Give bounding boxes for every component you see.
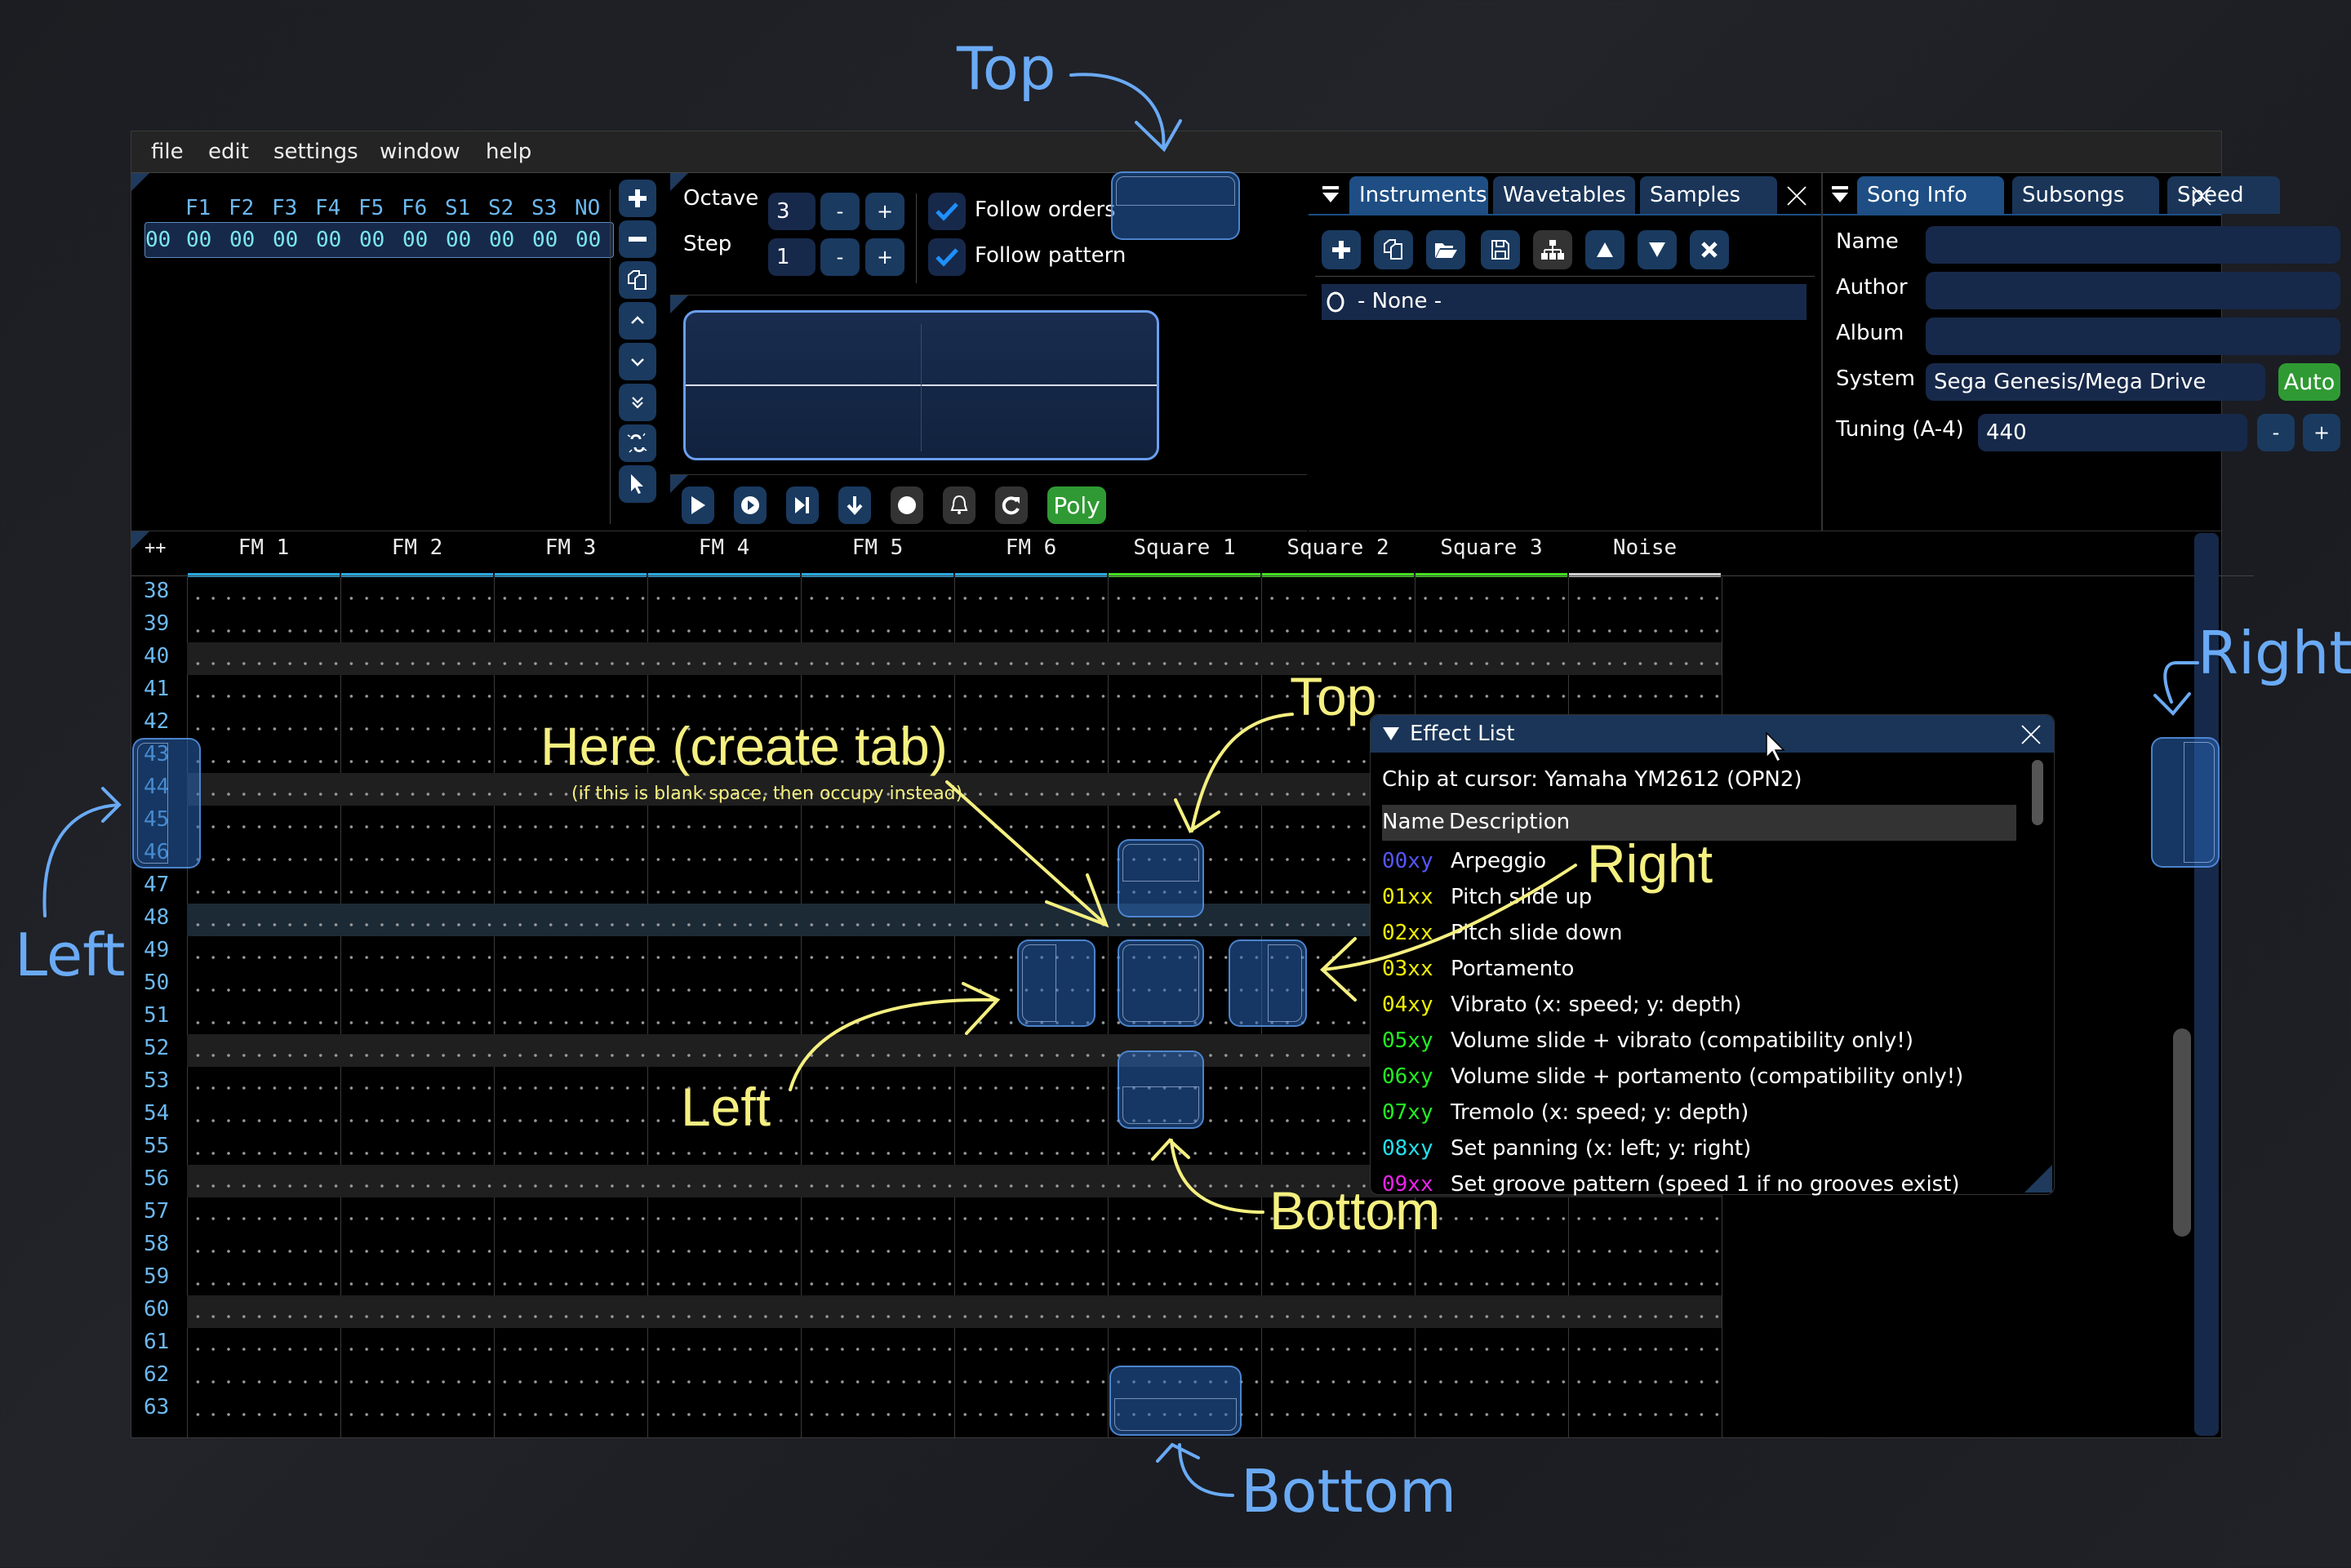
arrow-top-outer [1069,73,1182,153]
arrow-right-outer [2153,661,2199,716]
annotation-here: Here (create tab) [540,716,948,776]
arrow-top-inner [1174,713,1294,833]
arrow-bottom-outer [1156,1442,1234,1497]
arrow-right-inner [1320,864,1577,1002]
annotation-here-note: (if this is blank space, then occupy ins… [571,784,963,804]
annotation-top-outer: Top [957,34,1056,103]
annotation-right-inner: Right [1587,833,1713,894]
arrow-left-outer [42,787,122,917]
annotation-bottom-outer: Bottom [1241,1457,1457,1526]
annotation-bottom-inner: Bottom [1269,1180,1441,1241]
arrow-left-inner [789,982,1001,1091]
annotation-left-outer: Left [15,921,126,989]
arrow-here [945,780,1109,928]
arrow-bottom-inner [1151,1138,1264,1214]
annotation-left-inner: Left [681,1077,771,1137]
annotation-right-outer: Right [2198,619,2351,687]
annotation-top-inner: Top [1290,666,1377,726]
annotation-arrows [42,73,2199,1497]
